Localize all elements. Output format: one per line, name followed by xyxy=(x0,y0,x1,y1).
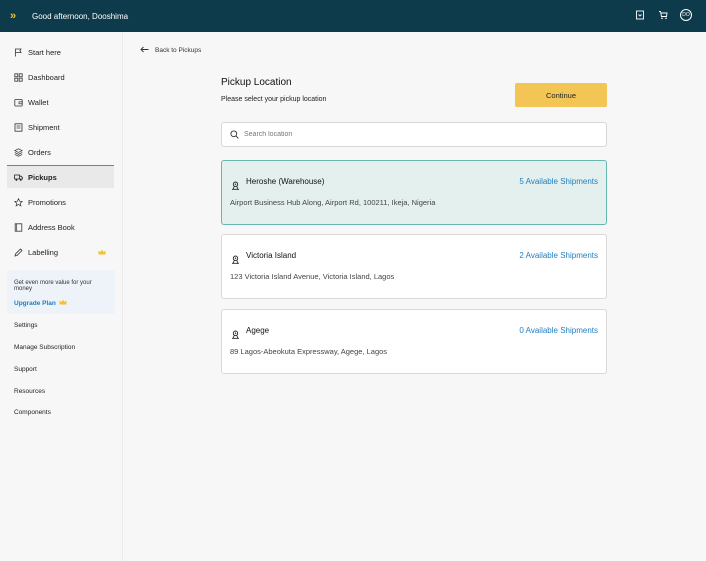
crown-icon xyxy=(59,299,67,307)
location-card-victoria-island[interactable]: Victoria Island 2 Available Shipments 12… xyxy=(221,234,607,299)
top-bar: » Good afternoon, Dooshima DO xyxy=(0,0,706,32)
location-card-agege[interactable]: Agege 0 Available Shipments 89 Lagos-Abe… xyxy=(221,309,607,374)
sidebar-item-pickups[interactable]: Pickups xyxy=(7,165,114,188)
sidebar-item-address-book[interactable]: Address Book xyxy=(7,216,114,239)
location-name: Agege xyxy=(246,326,270,335)
sidebar-item-label: Shipment xyxy=(28,123,60,132)
flag-icon xyxy=(14,48,23,57)
back-label: Back to Pickups xyxy=(155,47,202,54)
location-icon xyxy=(231,251,240,269)
sidebar-item-label: Pickups xyxy=(28,172,57,182)
page-title: Pickup Location xyxy=(221,77,292,88)
sidebar-item-label: Orders xyxy=(28,148,51,157)
pickups-icon xyxy=(14,173,23,182)
promo-text: Get even more value for your money xyxy=(14,280,92,292)
support-link[interactable]: Support xyxy=(14,366,37,373)
settings-link[interactable]: Settings xyxy=(14,322,38,329)
available-shipments-link[interactable]: 0 Available Shipments xyxy=(519,326,598,335)
sidebar-item-labelling[interactable]: Labelling xyxy=(7,241,114,264)
location-name: Heroshe (Warehouse) xyxy=(246,177,325,186)
upgrade-promo: Get even more value for your money Upgra… xyxy=(7,270,115,314)
crown-icon xyxy=(98,248,106,257)
arrow-left-icon xyxy=(140,46,149,55)
search-field[interactable] xyxy=(221,122,607,147)
upgrade-plan-link[interactable]: Upgrade Plan xyxy=(14,299,108,307)
sidebar-item-promotions[interactable]: Promotions xyxy=(7,191,114,214)
search-icon xyxy=(230,130,239,139)
available-shipments-link[interactable]: 2 Available Shipments xyxy=(519,251,598,260)
page-subtitle: Please select your pickup location xyxy=(221,96,327,103)
header-icons: DO xyxy=(634,9,692,21)
orders-icon xyxy=(14,148,23,157)
sidebar-item-label: Address Book xyxy=(28,223,75,232)
sidebar-item-label: Promotions xyxy=(28,198,66,207)
book-icon xyxy=(14,223,23,232)
wallet-icon xyxy=(14,98,23,107)
sidebar-item-wallet[interactable]: Wallet xyxy=(7,91,114,114)
shipment-icon xyxy=(14,123,23,132)
avatar[interactable]: DO xyxy=(680,9,692,21)
location-address: 89 Lagos-Abeokuta Expressway, Agege, Lag… xyxy=(230,347,388,356)
location-icon xyxy=(231,326,240,344)
greeting-text: Good afternoon, Dooshima xyxy=(32,11,129,21)
dashboard-icon xyxy=(14,73,23,82)
sidebar-item-shipment[interactable]: Shipment xyxy=(7,116,114,139)
available-shipments-link[interactable]: 5 Available Shipments xyxy=(519,177,598,186)
cart-icon[interactable] xyxy=(657,9,669,21)
back-to-pickups-link[interactable]: Back to Pickups xyxy=(140,46,201,55)
location-address: 123 Victoria Island Avenue, Victoria Isl… xyxy=(230,272,395,281)
logo-icon[interactable]: » xyxy=(10,10,22,22)
sidebar-item-label: Dashboard xyxy=(28,73,65,82)
location-card-heroshe[interactable]: Heroshe (Warehouse) 5 Available Shipment… xyxy=(221,160,607,225)
sidebar: Start here Dashboard Wallet Shipment Ord… xyxy=(0,32,123,561)
search-input[interactable] xyxy=(244,131,584,138)
upgrade-plan-label: Upgrade Plan xyxy=(14,299,56,307)
sidebar-item-start-here[interactable]: Start here xyxy=(7,41,114,64)
sidebar-item-label: Start here xyxy=(28,48,61,57)
bookmark-icon[interactable] xyxy=(634,9,646,21)
location-name: Victoria Island xyxy=(246,251,297,260)
sidebar-item-label: Wallet xyxy=(28,98,49,107)
resources-link[interactable]: Resources xyxy=(14,388,45,395)
sidebar-item-label: Labelling xyxy=(28,248,59,257)
pen-icon xyxy=(14,248,23,257)
warehouse-icon xyxy=(231,177,240,195)
manage-subscription-link[interactable]: Manage Subscription xyxy=(14,344,75,351)
sidebar-item-orders[interactable]: Orders xyxy=(7,141,114,164)
star-icon xyxy=(14,198,23,207)
components-link[interactable]: Components xyxy=(14,409,51,416)
location-address: Airport Business Hub Along, Airport Rd, … xyxy=(230,198,436,207)
continue-button[interactable]: Continue xyxy=(515,83,607,107)
sidebar-item-dashboard[interactable]: Dashboard xyxy=(7,66,114,89)
